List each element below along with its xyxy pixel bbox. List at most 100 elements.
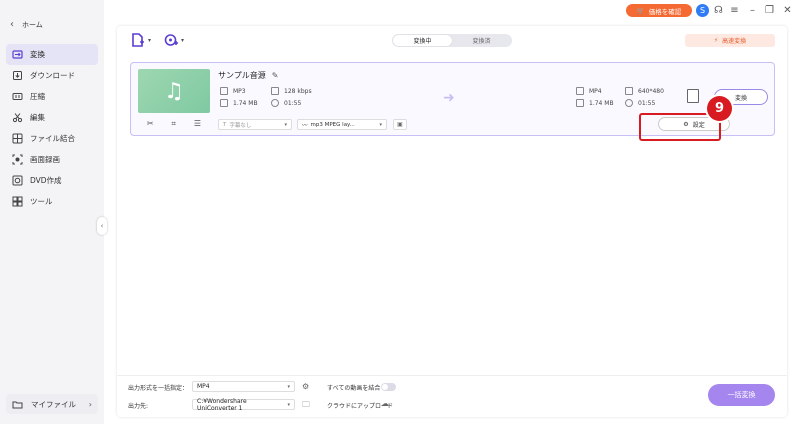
sidebar-item-convert[interactable]: 変換 xyxy=(6,44,98,65)
home-label: ホーム xyxy=(22,21,43,29)
rename-edit-icon[interactable]: ✎ xyxy=(272,71,279,80)
sidebar-item-compress[interactable]: 圧縮 xyxy=(6,86,98,107)
music-note-icon: ♫ xyxy=(164,78,184,104)
high-speed-convert-toggle[interactable]: ⚡ 高速変換 xyxy=(685,34,775,47)
output-destination-select[interactable]: C:¥Wondershare UniConverter 1 ▾ xyxy=(192,397,295,412)
step-highlight-box xyxy=(639,113,721,141)
sidebar-item-label: DVD作成 xyxy=(30,176,62,185)
main-panel: ▾ ▾ 変換中 変換済 ⚡ 高速変換 ♫ ✂ ⌗ ☰ サンプル音源 ✎ MP3 … xyxy=(117,26,787,417)
format-settings-icon[interactable]: ⚙ xyxy=(302,382,309,391)
edit-tools: ✂ ⌗ ☰ xyxy=(138,119,210,129)
open-folder-icon[interactable]: 🗀 xyxy=(302,399,310,413)
source-bitrate-value: 128 kbps xyxy=(284,87,312,95)
source-duration: 01:55 xyxy=(271,99,301,107)
add-subtitle-image-icon[interactable]: ▣ xyxy=(393,119,407,130)
source-size: 1.74 MB xyxy=(220,99,258,107)
high-speed-label: 高速変換 xyxy=(722,38,747,45)
merge-all-label: すべての動画を結合 xyxy=(327,385,381,392)
crop-icon[interactable]: ⌗ xyxy=(171,119,176,129)
tab-converted[interactable]: 変換済 xyxy=(452,35,511,46)
add-media-icon xyxy=(164,34,178,46)
effects-icon[interactable]: ☰ xyxy=(194,119,201,129)
audio-thumbnail: ♫ xyxy=(138,69,210,113)
cloud-upload-icon[interactable]: ☁ xyxy=(381,399,389,408)
sidebar-item-label: ダウンロード xyxy=(30,71,75,80)
check-price-button[interactable]: 🛒 価格を確認 xyxy=(626,4,692,17)
output-format-select[interactable]: MP4 ▾ xyxy=(192,381,295,392)
audio-wave-icon: 〰 xyxy=(302,122,308,129)
target-format: MP4 xyxy=(576,87,602,95)
source-format-value: MP3 xyxy=(233,87,246,95)
sidebar-item-merge[interactable]: ファイル結合 xyxy=(6,128,98,149)
chevron-down-icon: ▾ xyxy=(287,401,290,408)
target-resolution: 640*480 xyxy=(625,87,664,95)
audio-track-value: mp3 MPEG lay... xyxy=(310,121,355,128)
tab-converting[interactable]: 変換中 xyxy=(393,35,452,46)
file-format-icon xyxy=(220,87,228,95)
restore-window-icon[interactable]: ❐ xyxy=(763,4,776,17)
bitrate-icon xyxy=(271,87,279,95)
sidebar-item-dvd[interactable]: DVD作成 xyxy=(6,170,98,191)
sidebar: ‹ ホーム 変換 ダウンロード 圧縮 編集 ファイル結合 画面録画 DVD作成 … xyxy=(0,0,104,424)
merge-icon xyxy=(12,133,23,144)
source-bitrate: 128 kbps xyxy=(271,87,312,95)
sidebar-item-edit[interactable]: 編集 xyxy=(6,107,98,128)
sidebar-item-tools[interactable]: ツール xyxy=(6,191,98,212)
step-number-badge: 9 xyxy=(707,96,732,121)
target-size-value: 1.74 MB xyxy=(589,99,614,107)
sidebar-item-label: ファイル結合 xyxy=(30,134,75,143)
subtitle-icon: T xyxy=(223,121,227,128)
sidebar-item-label: 変換 xyxy=(30,50,45,59)
clock-icon xyxy=(625,99,633,107)
close-window-icon[interactable]: ✕ xyxy=(781,4,794,17)
clock-icon xyxy=(271,99,279,107)
chevron-down-icon: ▾ xyxy=(284,121,287,128)
target-duration: 01:55 xyxy=(625,99,655,107)
avatar-letter: S xyxy=(699,6,706,15)
headset-support-icon[interactable]: ☊ xyxy=(712,4,725,17)
folder-size-icon xyxy=(576,99,584,107)
trim-scissors-icon[interactable]: ✂ xyxy=(147,119,154,129)
chevron-left-icon: ‹ xyxy=(10,19,14,30)
folder-size-icon xyxy=(220,99,228,107)
folder-icon xyxy=(12,399,23,410)
chevron-down-icon: ▾ xyxy=(287,383,290,390)
output-format-value: MP4 xyxy=(197,383,210,390)
add-from-device-button[interactable]: ▾ xyxy=(164,33,184,47)
cart-icon: 🛒 xyxy=(636,6,645,15)
bottom-bar: 出力形式を一括指定： MP4 ▾ ⚙ すべての動画を結合 出力先: C:¥Won… xyxy=(117,375,787,417)
output-file-settings-icon[interactable] xyxy=(687,89,699,103)
add-file-icon xyxy=(132,33,144,47)
sidebar-item-download[interactable]: ダウンロード xyxy=(6,65,98,86)
user-avatar-icon[interactable]: S xyxy=(696,4,709,17)
audio-track-select[interactable]: 〰 mp3 MPEG lay... ▾ xyxy=(297,119,387,130)
menu-icon[interactable]: ≡ xyxy=(728,4,741,17)
sidebar-item-label: 編集 xyxy=(30,113,45,122)
chevron-right-icon: › xyxy=(88,399,92,409)
status-tabs: 変換中 変換済 xyxy=(392,34,512,47)
sidebar-collapse-handle[interactable]: ‹ xyxy=(97,217,107,235)
lightning-icon: ⚡ xyxy=(713,37,719,44)
subtitle-select[interactable]: T 字幕なし ▾ xyxy=(218,119,292,130)
merge-all-toggle[interactable] xyxy=(381,383,396,391)
check-price-label: 価格を確認 xyxy=(648,7,682,16)
home-back-button[interactable]: ‹ ホーム xyxy=(10,20,43,30)
my-files-button[interactable]: マイファイル › xyxy=(6,394,98,414)
minimize-icon[interactable]: – xyxy=(746,4,759,17)
source-format: MP3 xyxy=(220,87,246,95)
subtitle-value: 字幕なし xyxy=(229,122,252,129)
arrow-right-icon: ➜ xyxy=(443,90,455,106)
batch-convert-button[interactable]: 一括変換 xyxy=(708,384,775,406)
sidebar-item-screen-record[interactable]: 画面録画 xyxy=(6,149,98,170)
chevron-down-icon: ▾ xyxy=(181,36,185,44)
add-file-button[interactable]: ▾ xyxy=(131,33,151,47)
target-size: 1.74 MB xyxy=(576,99,614,107)
output-destination-value: C:¥Wondershare UniConverter 1 xyxy=(197,397,247,412)
convert-icon xyxy=(12,49,23,60)
screen-record-icon xyxy=(12,154,23,165)
sidebar-item-label: 圧縮 xyxy=(30,92,45,101)
file-name: サンプル音源 ✎ xyxy=(218,70,278,81)
resolution-icon xyxy=(625,87,633,95)
sidebar-nav: 変換 ダウンロード 圧縮 編集 ファイル結合 画面録画 DVD作成 ツール xyxy=(6,44,98,212)
file-format-icon xyxy=(576,87,584,95)
